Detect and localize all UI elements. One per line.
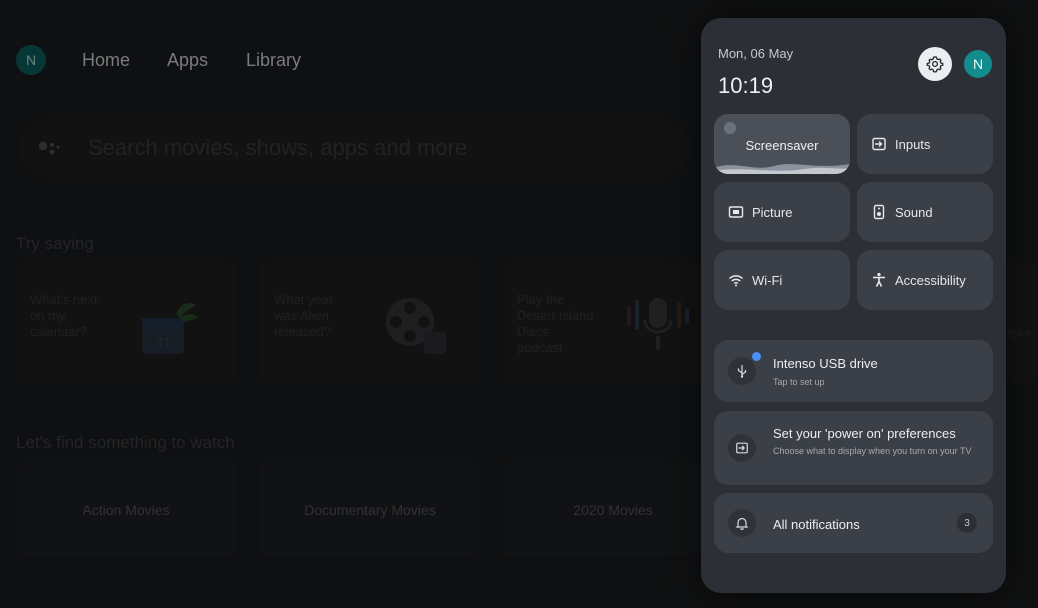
genre-tile[interactable]: 2020 Movies — [503, 462, 723, 556]
svg-text:31: 31 — [155, 334, 171, 350]
wifi-tile[interactable]: Wi-Fi — [714, 250, 850, 310]
notification-subtitle: Tap to set up — [773, 377, 825, 387]
genre-tile[interactable]: Action Movies — [16, 462, 236, 556]
panel-date: Mon, 06 May — [718, 46, 794, 61]
notification-usb[interactable]: Intenso USB drive Tap to set up — [714, 340, 993, 402]
quick-setting-label: Inputs — [895, 136, 931, 152]
suggestion-text: Tell n — [1006, 328, 1032, 340]
suggestion-text: What year was Alien released? — [274, 292, 334, 339]
screensaver-tile[interactable]: Screensaver — [714, 114, 850, 174]
gear-icon — [926, 56, 944, 73]
film-reel-icon — [386, 298, 446, 354]
accessibility-tile[interactable]: Accessibility — [857, 250, 993, 310]
genre-tile-label: 2020 Movies — [573, 502, 653, 518]
quick-setting-label: Screensaver — [745, 138, 819, 153]
notification-count-badge: 3 — [957, 513, 977, 533]
notification-subtitle: Choose what to display when you turn on … — [773, 446, 972, 456]
picture-icon — [728, 206, 744, 218]
genre-tile[interactable]: Documentary Movies — [260, 462, 480, 556]
screensaver-icon — [724, 122, 736, 134]
tab-apps[interactable]: Apps — [167, 50, 208, 71]
genre-tile-label: Action Movies — [82, 502, 170, 518]
calendar-icon: 31 — [142, 303, 198, 354]
tab-library[interactable]: Library — [246, 50, 301, 71]
all-notifications-button[interactable]: All notifications 3 — [714, 493, 993, 553]
notification-title: All notifications — [773, 517, 860, 532]
picture-tile[interactable]: Picture — [714, 182, 850, 242]
bell-icon — [728, 509, 756, 537]
accessibility-icon — [873, 272, 885, 287]
search-placeholder: Search movies, shows, apps and more — [88, 135, 468, 160]
notification-title: Intenso USB drive — [773, 356, 878, 371]
quick-setting-label: Sound — [895, 204, 933, 220]
panel-time: 10:19 — [718, 73, 774, 98]
notification-power-on[interactable]: Set your 'power on' preferences Choose w… — [714, 411, 993, 485]
panel-profile-avatar[interactable]: N — [964, 50, 992, 78]
suggestion-card[interactable]: What's next on my calendar? 31 — [16, 262, 236, 384]
search-bar[interactable]: Search movies, shows, apps and more — [20, 118, 690, 178]
quick-setting-label: Wi-Fi — [752, 272, 783, 288]
quick-setting-label: Picture — [752, 204, 793, 220]
settings-button[interactable] — [918, 47, 952, 81]
podcast-mic-icon — [627, 298, 689, 350]
tab-home[interactable]: Home — [82, 50, 130, 71]
wifi-icon — [728, 275, 744, 287]
suggestion-card-partial[interactable]: Tell n — [1006, 262, 1038, 384]
profile-avatar[interactable]: N — [16, 45, 46, 75]
suggestion-card[interactable]: Play the Desert Island Discs podcast — [503, 262, 723, 384]
usb-icon — [728, 357, 756, 385]
sound-tile[interactable]: Sound — [857, 182, 993, 242]
try-saying-heading: Try saying — [16, 234, 94, 253]
input-icon — [728, 434, 756, 462]
watch-heading: Let's find something to watch — [16, 433, 235, 452]
unread-dot — [752, 352, 761, 361]
notification-title: Set your 'power on' preferences — [773, 426, 956, 441]
inputs-tile[interactable]: Inputs — [857, 114, 993, 174]
suggestion-card[interactable]: What year was Alien released? — [260, 262, 480, 384]
input-icon — [872, 137, 886, 151]
suggestion-text: What's next on my calendar? — [30, 292, 98, 339]
quick-setting-label: Accessibility — [895, 272, 966, 288]
speaker-icon — [873, 204, 885, 220]
suggestion-text: Play the Desert Island Discs podcast — [517, 292, 594, 355]
genre-tile-label: Documentary Movies — [304, 502, 436, 518]
google-assistant-icon — [38, 141, 60, 155]
screensaver-wave — [714, 164, 850, 174]
